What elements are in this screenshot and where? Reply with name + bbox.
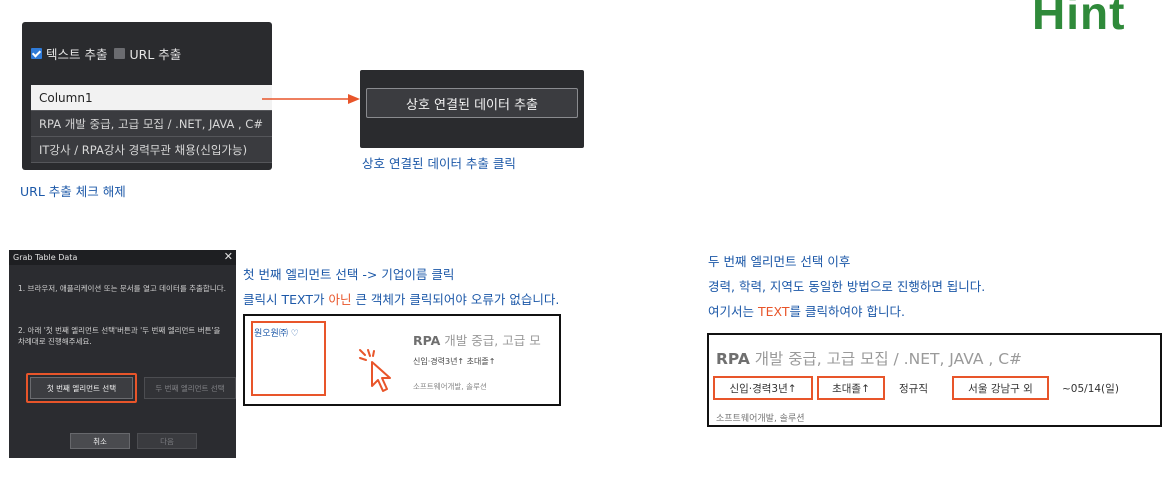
job-title-rest: 개발 중급, 고급 모 <box>440 333 541 348</box>
table-row[interactable]: IT강사 / RPA강사 경력무관 채용(신입가능) <box>31 137 272 163</box>
education-field[interactable]: 초대졸↑ <box>817 376 885 400</box>
right-instruction-3-post: 를 클릭하여야 합니다. <box>789 304 905 319</box>
right-instruction-1: 두 번째 엘리먼트 선택 이후 <box>708 254 851 269</box>
middle-instruction-2-red: 아닌 <box>328 292 352 307</box>
right-instruction-3: 여기서는 TEXT를 클릭하여야 합니다. <box>708 301 905 320</box>
url-extract-checkbox[interactable] <box>114 48 126 59</box>
job-category: 소프트웨어개발, 솔루션 <box>413 382 487 391</box>
extract-related-data-button[interactable]: 상호 연결된 데이터 추출 <box>366 88 578 118</box>
arrow-right-icon <box>262 94 360 104</box>
text-extract-label: 텍스트 추출 <box>46 47 108 62</box>
dialog-titlebar: Grab Table Data ✕ <box>9 250 236 265</box>
middle-instruction-1: 첫 번째 엘리먼트 선택 -> 기업이름 클릭 <box>243 267 455 282</box>
dialog-step2: 2. 아래 '첫 번째 엘리먼트 선택'버튼과 '두 번째 엘리먼트 버튼'을 … <box>18 326 221 346</box>
job-category: 소프트웨어개발, 솔루션 <box>716 414 805 424</box>
select-second-element-button[interactable]: 두 번째 엘리먼트 선택 <box>144 377 236 399</box>
job-title-bold: RPA <box>413 333 441 348</box>
right-instruction-3-red: TEXT <box>757 304 790 319</box>
data-grid: Column1 RPA 개발 중급, 고급 모집 / .NET, JAVA , … <box>31 85 272 163</box>
next-button[interactable]: 다음 <box>137 433 197 449</box>
job-title-bold: RPA <box>716 350 750 368</box>
job-title-rest: 개발 중급, 고급 모집 / .NET, JAVA , C# <box>749 350 1023 368</box>
deadline-field: ~05/14(일) <box>1062 382 1119 395</box>
select-first-element-button[interactable]: 첫 번째 엘리먼트 선택 <box>30 377 133 399</box>
job-card-example-1: 원오원㈜ ♡ RPA 개발 중급, 고급 모 신입·경력3년↑ 초대졸↑ 소프트… <box>243 314 561 406</box>
extract-caption: 상호 연결된 데이터 추출 클릭 <box>362 156 516 171</box>
grid-panel: 텍스트 추출 URL 추출 Column1 RPA 개발 중급, 고급 모집 /… <box>22 22 272 170</box>
extract-panel: 상호 연결된 데이터 추출 <box>360 70 584 148</box>
company-name[interactable]: 원오원㈜ ♡ <box>254 326 299 339</box>
location-field[interactable]: 서울 강남구 외 <box>952 376 1049 400</box>
hint-title: Hint <box>1032 0 1126 39</box>
career-field[interactable]: 신입·경력3년↑ <box>713 376 813 400</box>
job-card-example-2: RPA 개발 중급, 고급 모집 / .NET, JAVA , C# 신입·경력… <box>707 333 1162 427</box>
url-caption: URL 추출 체크 해제 <box>20 184 126 199</box>
dialog-step1: 1. 브라우저, 애플리케이션 또는 문서를 열고 데이터를 추출합니다. <box>18 284 227 293</box>
click-cursor-icon <box>359 349 391 392</box>
middle-instruction-2-pre: 클릭시 TEXT가 <box>243 292 329 307</box>
job-tags: 신입·경력3년↑ 초대졸↑ <box>413 357 496 366</box>
url-extract-label: URL 추출 <box>129 47 182 62</box>
right-instruction-2: 경력, 학력, 지역도 동일한 방법으로 진행하면 됩니다. <box>708 279 986 294</box>
extract-options: 텍스트 추출 URL 추출 <box>31 44 181 63</box>
dialog-title: Grab Table Data <box>13 253 78 262</box>
table-row[interactable]: RPA 개발 중급, 고급 모집 / .NET, JAVA , C# <box>31 111 272 137</box>
job-type-field: 정규직 <box>899 382 928 395</box>
middle-instruction-2-post: 큰 객체가 클릭되어야 오류가 없습니다. <box>351 292 560 307</box>
column-header[interactable]: Column1 <box>31 85 272 111</box>
job-title[interactable]: RPA 개발 중급, 고급 모집 / .NET, JAVA , C# <box>716 347 1022 369</box>
close-icon[interactable]: ✕ <box>224 249 233 264</box>
cancel-button[interactable]: 취소 <box>70 433 130 449</box>
right-instruction-3-pre: 여기서는 <box>708 304 758 319</box>
text-extract-checkbox[interactable] <box>31 48 42 59</box>
grab-table-dialog: Grab Table Data ✕ 1. 브라우저, 애플리케이션 또는 문서를… <box>9 250 236 458</box>
middle-instruction-2: 클릭시 TEXT가 아닌 큰 객체가 클릭되어야 오류가 없습니다. <box>243 289 559 308</box>
job-title[interactable]: RPA 개발 중급, 고급 모 <box>413 330 541 349</box>
